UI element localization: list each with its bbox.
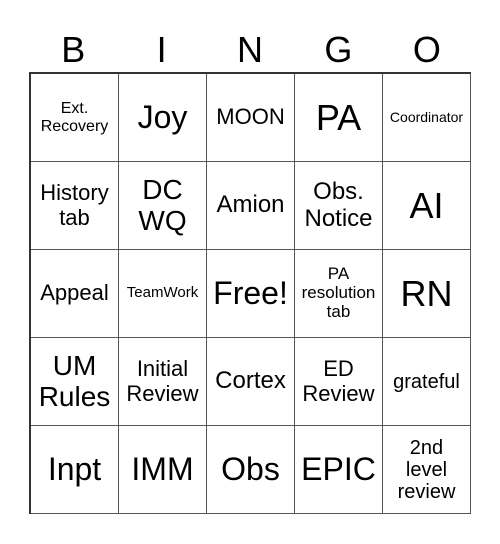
bingo-cell[interactable]: MOON (207, 74, 295, 162)
bingo-header: B I N G O (29, 28, 471, 72)
bingo-cell[interactable]: Ext. Recovery (31, 74, 119, 162)
bingo-cell[interactable]: EPIC (295, 426, 383, 514)
bingo-cell[interactable]: Initial Review (119, 338, 207, 426)
header-letter-n: N (237, 29, 264, 70)
bingo-cell[interactable]: PA (295, 74, 383, 162)
bingo-cell[interactable]: 2nd level review (383, 426, 471, 514)
header-letter-b: B (61, 29, 86, 70)
header-letter-g: G (324, 29, 353, 70)
header-letter-o: O (412, 29, 441, 70)
bingo-cell[interactable]: History tab (31, 162, 119, 250)
bingo-cell[interactable]: TeamWork (119, 250, 207, 338)
bingo-cell[interactable]: Cortex (207, 338, 295, 426)
bingo-cell[interactable]: Coordinator (383, 74, 471, 162)
header-letter-i: I (156, 29, 167, 70)
bingo-cell[interactable]: ED Review (295, 338, 383, 426)
bingo-cell[interactable]: Obs (207, 426, 295, 514)
bingo-cell[interactable]: DC WQ (119, 162, 207, 250)
bingo-cell[interactable]: RN (383, 250, 471, 338)
bingo-cell[interactable]: Inpt (31, 426, 119, 514)
bingo-cell[interactable]: IMM (119, 426, 207, 514)
bingo-cell[interactable]: Obs. Notice (295, 162, 383, 250)
bingo-card-grid: Ext. Recovery Joy MOON PA Coordinator Hi… (29, 72, 471, 514)
bingo-cell[interactable]: Amion (207, 162, 295, 250)
bingo-cell[interactable]: PA resolution tab (295, 250, 383, 338)
bingo-cell[interactable]: UM Rules (31, 338, 119, 426)
bingo-cell[interactable]: Appeal (31, 250, 119, 338)
bingo-cell[interactable]: AI (383, 162, 471, 250)
bingo-cell[interactable]: Joy (119, 74, 207, 162)
bingo-cell-free-space[interactable]: Free! (207, 250, 295, 338)
bingo-cell[interactable]: grateful (383, 338, 471, 426)
